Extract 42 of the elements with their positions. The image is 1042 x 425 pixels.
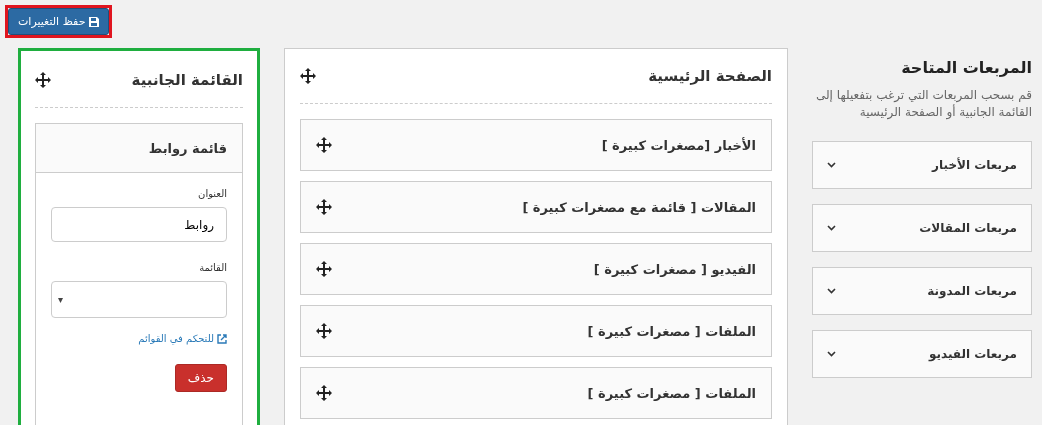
- chevron-icon: [827, 287, 836, 294]
- widget-group[interactable]: مربعات المدونة: [812, 266, 1032, 315]
- panel-title: الصفحة الرئيسية: [648, 67, 772, 85]
- move-icon[interactable]: [300, 68, 316, 84]
- available-widgets-description: قم بسحب المربعات التي ترغب بتفعيلها إلى القائمة الجانبية أو الصفحة الرئيسية: [814, 87, 1032, 121]
- widget-group-label: مربعات المدونة: [927, 283, 1017, 298]
- widget-group-label: مربعات الفيديو: [928, 346, 1017, 361]
- move-icon[interactable]: [316, 199, 332, 215]
- widget-item-label: الملفات [ مصغرات كبيرة ]: [587, 323, 756, 339]
- widget-item[interactable]: الفيديو [ مصغرات كبيرة ]: [300, 243, 772, 295]
- manage-lists-link[interactable]: للتحكم في القوائم: [51, 333, 227, 344]
- widget-group[interactable]: مربعات الأخبار: [812, 140, 1032, 189]
- available-widgets-title: المربعات المتاحة: [900, 58, 1032, 77]
- widget-item-label: الملفات [ مصغرات كبيرة ]: [587, 385, 756, 401]
- widget-item[interactable]: الملفات [ مصغرات كبيرة ]: [300, 367, 772, 419]
- widget-item-label: الفيديو [ مصغرات كبيرة ]: [593, 261, 756, 277]
- widget-item[interactable]: الأخبار [مصغرات كبيرة ]: [300, 119, 772, 171]
- move-icon[interactable]: [316, 323, 332, 339]
- widget-group-label: مربعات الأخبار: [932, 157, 1017, 172]
- widget-item[interactable]: المقالات [ قائمة مع مصغرات كبيرة ]: [300, 181, 772, 233]
- delete-button[interactable]: حذف: [174, 364, 227, 392]
- save-button[interactable]: حفظ التغييرات: [8, 8, 110, 35]
- move-icon[interactable]: [35, 72, 51, 88]
- chevron-icon: [827, 350, 836, 357]
- list-select[interactable]: ▾: [51, 281, 227, 318]
- field-label: القائمة: [198, 262, 227, 273]
- panel-title: القائمة الجانبية: [131, 71, 243, 89]
- widget-item-label: المقالات [ قائمة مع مصغرات كبيرة ]: [522, 199, 756, 215]
- widget-group[interactable]: مربعات الفيديو: [812, 329, 1032, 378]
- widget-title: قائمة روابط: [148, 140, 227, 156]
- chevron-icon: [827, 161, 836, 168]
- widget-item-label: الأخبار [مصغرات كبيرة ]: [601, 137, 756, 153]
- move-icon[interactable]: [316, 261, 332, 277]
- move-icon[interactable]: [316, 385, 332, 401]
- widget-item[interactable]: الملفات [ مصغرات كبيرة ]: [300, 305, 772, 357]
- widget-group[interactable]: مربعات المقالات: [812, 203, 1032, 252]
- external-link-icon: [217, 333, 227, 344]
- title-input-field[interactable]: روابط: [51, 207, 227, 242]
- widget-group-label: مربعات المقالات: [919, 220, 1017, 235]
- field-label: العنوان: [197, 188, 227, 199]
- chevron-icon: [827, 224, 836, 231]
- move-icon[interactable]: [316, 137, 332, 153]
